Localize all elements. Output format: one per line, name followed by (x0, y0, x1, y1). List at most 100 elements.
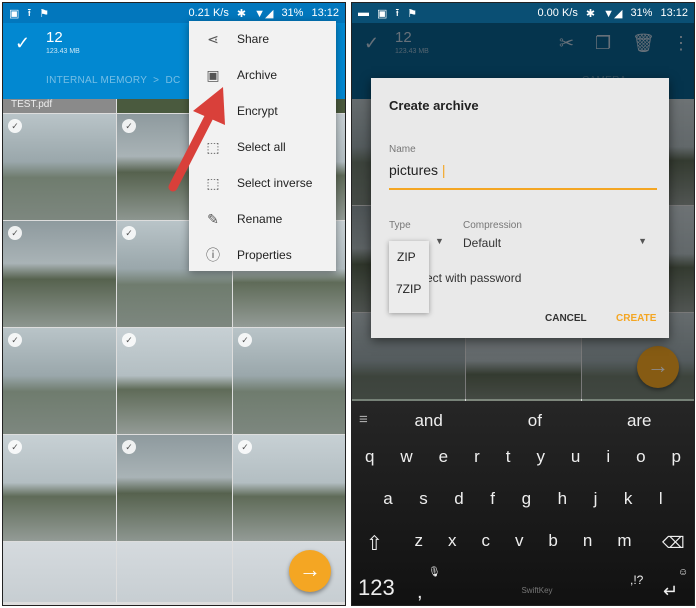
photo-item[interactable]: ✓ (233, 328, 345, 434)
cancel-button[interactable]: CANCEL (545, 313, 587, 324)
key-r[interactable]: r (474, 447, 480, 467)
key-w[interactable]: w (400, 447, 412, 467)
password-checkbox-label[interactable]: otect with password (416, 271, 521, 285)
photo-item[interactable]: ✓ (117, 435, 232, 541)
type-option-7zip[interactable]: 7ZIP (389, 264, 429, 296)
suggestion[interactable]: of (528, 411, 542, 431)
key-k[interactable]: k (624, 489, 633, 509)
suggestion[interactable]: and (414, 411, 442, 431)
key-p[interactable]: p (672, 447, 681, 467)
crumb-internal-memory[interactable]: INTERNAL MEMORY (46, 75, 147, 86)
shift-key-icon[interactable]: ⇧ (366, 531, 383, 556)
check-icon: ✓ (8, 440, 22, 454)
fab-next-button[interactable]: → (289, 550, 331, 592)
menu-label: Encrypt (237, 104, 278, 118)
key-z[interactable]: z (414, 531, 423, 551)
battery: 31% (630, 7, 653, 19)
type-label: Type (389, 220, 411, 231)
compression-value: Default (463, 236, 502, 250)
key-v[interactable]: v (515, 531, 524, 551)
file-item-test-pdf[interactable]: TEST.pdf (3, 99, 116, 113)
flag-icon: ⚑ (407, 7, 418, 20)
mic-icon: 🎙 (428, 567, 441, 578)
space-key[interactable]: SwiftKey (457, 579, 617, 603)
punctuation-key[interactable]: ,!? (630, 573, 643, 587)
image-icon: ▣ (9, 7, 20, 20)
emoji-icon[interactable]: ☺ (678, 567, 688, 578)
key-g[interactable]: g (522, 489, 531, 509)
key-row-3: zxcvbnm (352, 531, 694, 551)
check-icon[interactable]: ✓ (15, 33, 30, 54)
selected-count: 12 (46, 29, 63, 46)
menu-item-share[interactable]: ⋖ Share (189, 21, 336, 57)
key-j[interactable]: j (594, 489, 598, 509)
menu-label: Select all (237, 140, 286, 154)
chevron-down-icon: ▼ (638, 236, 647, 246)
photo-item[interactable] (3, 542, 116, 602)
key-c[interactable]: c (481, 531, 490, 551)
compression-select[interactable]: Default ▼ (463, 236, 647, 250)
check-icon: ✓ (122, 226, 136, 240)
key-b[interactable]: b (548, 531, 557, 551)
name-value: pictures (389, 162, 439, 178)
upload-icon: ⭱ (395, 6, 400, 19)
upload-icon: ⭱ (27, 6, 32, 19)
key-l[interactable]: l (659, 489, 663, 509)
key-m[interactable]: m (617, 531, 631, 551)
enter-key-icon[interactable]: ↵ (663, 581, 678, 602)
check-icon: ✓ (8, 333, 22, 347)
check-icon: ✓ (8, 226, 22, 240)
share-icon: ⋖ (207, 30, 219, 47)
type-dropdown-arrow-icon[interactable]: ▼ (435, 236, 444, 246)
wifi-icon: ▼◢ (254, 7, 274, 20)
comma-key[interactable]: , (417, 581, 423, 604)
backspace-key-icon[interactable]: ⌫ (662, 533, 685, 553)
photo-item[interactable]: ✓ (3, 114, 116, 220)
right-screen: ▬ ▣ ⭱ ⚑ 0.00 K/s ✱ ▼◢ 31% 13:12 ✓ 12 123.43 … (351, 2, 695, 606)
key-o[interactable]: o (636, 447, 645, 467)
key-s[interactable]: s (419, 489, 428, 509)
menu-label: Properties (237, 248, 292, 262)
menu-item-rename[interactable]: ✎ Rename (189, 201, 336, 237)
check-icon: ✓ (238, 440, 252, 454)
menu-label: Rename (237, 212, 283, 226)
key-q[interactable]: q (365, 447, 374, 467)
status-bar: ▣ ⭱ ⚑ 0.21 K/s ✱ ▼◢ 31% 13:12 (3, 3, 345, 23)
photo-item[interactable]: ✓ (3, 328, 116, 434)
suggestion[interactable]: are (627, 411, 652, 431)
key-x[interactable]: x (448, 531, 457, 551)
net-speed: 0.00 K/s (537, 7, 578, 19)
name-input[interactable]: pictures | (389, 162, 657, 190)
key-h[interactable]: h (558, 489, 567, 509)
key-i[interactable]: i (606, 447, 610, 467)
key-t[interactable]: t (506, 447, 511, 467)
key-u[interactable]: u (571, 447, 580, 467)
menu-item-properties[interactable]: ⓘ Properties (189, 237, 336, 273)
key-e[interactable]: e (439, 447, 448, 467)
menu-label: Select inverse (237, 176, 313, 190)
type-option-zip[interactable]: ZIP (389, 241, 429, 264)
key-a[interactable]: a (383, 489, 392, 509)
numbers-key[interactable]: 123 (358, 575, 395, 601)
key-f[interactable]: f (490, 489, 495, 509)
status-bar: ▬ ▣ ⭱ ⚑ 0.00 K/s ✱ ▼◢ 31% 13:12 (352, 3, 694, 23)
clock: 13:12 (311, 7, 339, 19)
photo-item[interactable]: ✓ (3, 221, 116, 327)
create-button[interactable]: CREATE (616, 313, 656, 324)
name-label: Name (389, 144, 416, 155)
check-icon: ✓ (238, 333, 252, 347)
key-n[interactable]: n (583, 531, 592, 551)
compression-label: Compression (463, 220, 522, 231)
menu-label: Share (237, 32, 270, 46)
photo-item[interactable] (117, 542, 232, 602)
image-icon: ▣ (377, 7, 388, 20)
photo-item[interactable]: ✓ (233, 435, 345, 541)
photo-item[interactable]: ✓ (117, 328, 232, 434)
photo-item[interactable]: ✓ (3, 435, 116, 541)
left-screen: ▣ ⭱ ⚑ 0.21 K/s ✱ ▼◢ 31% 13:12 ✓ 12 123.43 M… (2, 2, 346, 606)
key-d[interactable]: d (454, 489, 463, 509)
selected-size: 123.43 MB (46, 48, 80, 55)
bluetooth-icon: ✱ (585, 7, 596, 20)
wifi-icon: ▼◢ (603, 7, 623, 20)
key-y[interactable]: y (536, 447, 545, 467)
